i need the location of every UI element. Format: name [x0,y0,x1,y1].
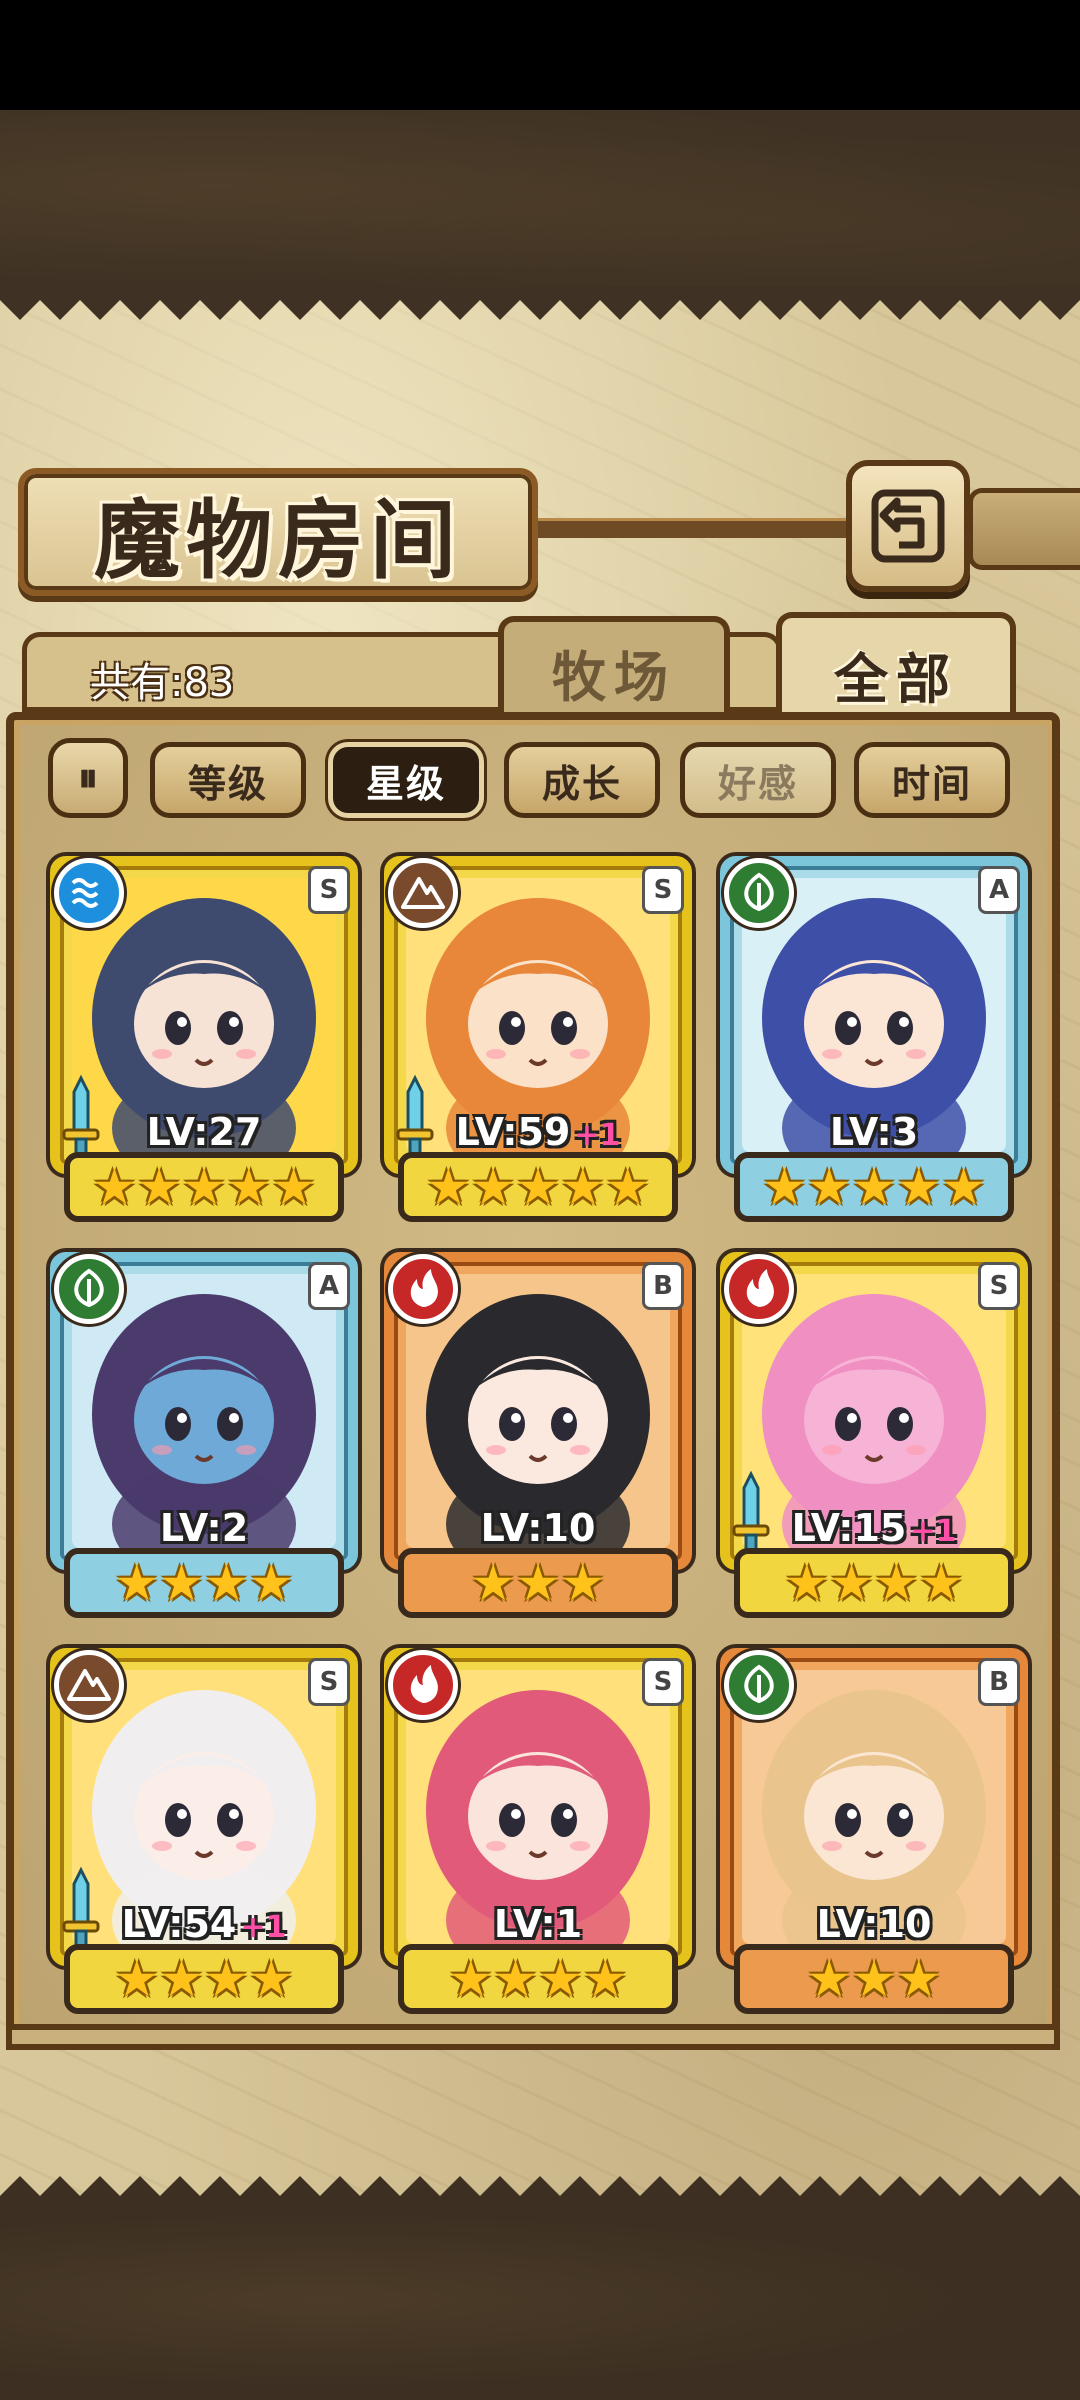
star-rating: ★★★★ [734,1548,1014,1618]
tab-ranch[interactable]: 牧场 [498,616,730,722]
earth-element-icon [388,858,458,928]
rank-badge: S [978,1262,1020,1310]
title-rail [530,518,850,538]
rank-badge: A [978,866,1020,914]
rank-badge: S [308,1658,350,1706]
title-plaque: 魔物房间 [18,468,538,596]
monster-card[interactable]: A LV:3 ★★★★★ [720,856,1028,1222]
monster-level: LV:15 +1 [791,1506,957,1550]
rank-badge: B [642,1262,684,1310]
level-bonus: +1 [910,1514,957,1549]
page-title: 魔物房间 [94,489,462,591]
wood-element-icon [54,1254,124,1324]
sort-by-time-button[interactable]: 时间 [854,742,1010,818]
sword-icon [62,1074,100,1159]
star-rating: ★★★★ [398,1944,678,2014]
monster-level: LV:59 +1 [455,1110,621,1154]
monster-card[interactable]: A LV:2 ★★★★ [50,1252,358,1618]
monster-card[interactable]: S LV:59 +1 ★★★★★ [384,856,692,1222]
fire-element-icon [388,1650,458,1720]
sword-icon [396,1074,434,1159]
earth-element-icon [54,1650,124,1720]
map-background-top [0,110,1080,300]
monster-card[interactable]: B LV:10 ★★★ [384,1252,692,1618]
monster-level: LV:27 [146,1110,262,1154]
status-bar [0,0,1080,110]
monster-card[interactable]: S LV:1 ★★★★ [384,1648,692,2014]
star-rating: ★★★★★ [734,1152,1014,1222]
level-bonus: +1 [240,1910,287,1945]
star-rating: ★★★ [734,1944,1014,2014]
water-element-icon [54,858,124,928]
rank-badge: B [978,1658,1020,1706]
rank-badge: S [642,1658,684,1706]
monster-level: LV:54 +1 [121,1902,287,1946]
sort-by-affection-button[interactable]: 好感 [680,742,836,818]
monster-level: LV:2 [159,1506,249,1550]
star-rating: ★★★★ [64,1944,344,2014]
level-bonus: +1 [574,1118,621,1153]
monster-level: LV:3 [829,1110,919,1154]
rank-badge: S [642,866,684,914]
monster-card[interactable]: S LV:15 +1 ★★★★ [720,1252,1028,1618]
zigzag-border-top [0,286,1080,320]
monster-level: LV:10 [480,1506,596,1550]
sort-by-growth-button[interactable]: 成长 [504,742,660,818]
monster-level: LV:10 [816,1902,932,1946]
star-rating: ★★★★★ [398,1152,678,1222]
rank-badge: S [308,866,350,914]
monster-card[interactable]: B LV:10 ★★★ [720,1648,1028,2014]
wood-element-icon [724,858,794,928]
star-rating: ★★★ [398,1548,678,1618]
back-button-rail [968,488,1080,570]
sort-order-toggle[interactable]: ⏸ [48,738,128,818]
zigzag-border-bottom [0,2176,1080,2210]
sort-order-icon: ⏸ [78,755,98,801]
sword-icon [732,1470,770,1555]
monster-level: LV:1 [493,1902,583,1946]
wood-element-icon [724,1650,794,1720]
star-rating: ★★★★★ [64,1152,344,1222]
map-background-bottom [0,2200,1080,2400]
return-arrow-icon [871,489,945,563]
sword-icon [62,1866,100,1951]
fire-element-icon [388,1254,458,1324]
back-button[interactable] [846,460,970,592]
rank-badge: A [308,1262,350,1310]
monster-card[interactable]: S LV:27 ★★★★★ [50,856,358,1222]
monster-card[interactable]: S LV:54 +1 ★★★★ [50,1648,358,2014]
panel-bottom-rail [6,2024,1060,2050]
fire-element-icon [724,1254,794,1324]
monster-count: 共有:83 [90,660,235,706]
sort-by-stars-button[interactable]: 星级 [328,742,484,818]
star-rating: ★★★★ [64,1548,344,1618]
sort-by-level-button[interactable]: 等级 [150,742,306,818]
